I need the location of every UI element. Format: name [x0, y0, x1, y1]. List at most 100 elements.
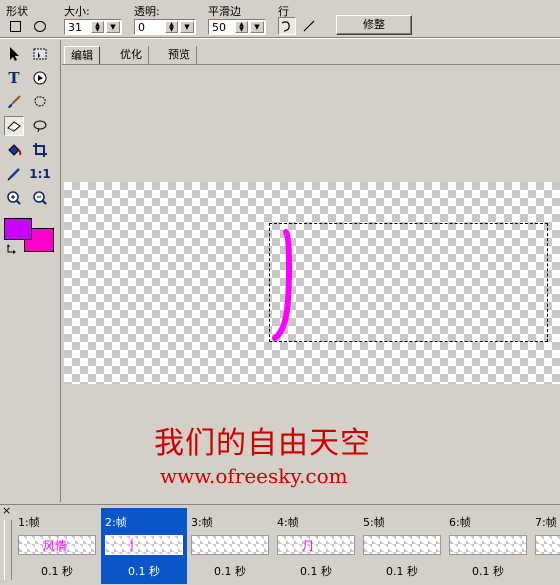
marquee-icon: [33, 48, 47, 60]
actual-size-label: 1:1: [29, 167, 51, 181]
play-tool[interactable]: [30, 68, 50, 88]
frame-thumb-text: ⺆: [302, 539, 315, 553]
size-value: 31: [68, 21, 82, 34]
lasso-tool[interactable]: [30, 92, 50, 112]
tab-edit-label: 编辑: [71, 49, 93, 62]
frame-duration: 0.1 秒: [41, 565, 73, 578]
eraser-tool[interactable]: [4, 116, 24, 136]
frame-duration: 0.1 秒: [128, 565, 160, 578]
curve-icon: [281, 21, 290, 32]
straight-line-button[interactable]: [300, 17, 318, 35]
frame-thumbnail: [191, 535, 269, 555]
opacity-dropdown-arrow-icon[interactable]: ▼: [180, 21, 194, 33]
play-circle-icon: [33, 71, 47, 85]
options-toolbar: 形状 大小: 31 ▲ ▼ ▼ 透明: 0 ▲ ▼ ▼ 平滑边 50 ▲ ▼ ▼ 行 …: [0, 0, 560, 38]
smooth-label: 平滑边: [208, 5, 241, 18]
shape-rect-button[interactable]: [8, 19, 22, 33]
foreground-color-swatch[interactable]: [4, 218, 32, 240]
tab-optimize-label: 优化: [120, 48, 142, 61]
text-tool[interactable]: T: [4, 68, 24, 88]
frame-thumb-text: 风情: [43, 539, 68, 553]
frame-label: 7:帧: [535, 516, 557, 529]
toolbox: T 1:1: [0, 40, 58, 502]
frame-label: 2:帧: [105, 516, 127, 529]
zoom-in-icon: [7, 191, 21, 205]
ellipse-lasso-icon: [33, 120, 47, 133]
opacity-label: 透明:: [134, 5, 160, 18]
image-canvas[interactable]: [64, 182, 560, 384]
select-tool[interactable]: [4, 44, 24, 64]
size-label: 大小:: [64, 5, 90, 18]
shape-label: 形状: [6, 5, 28, 18]
smooth-input[interactable]: 50 ▲ ▼ ▼: [208, 19, 266, 35]
size-input[interactable]: 31 ▲ ▼ ▼: [64, 19, 122, 35]
smooth-value: 50: [212, 21, 226, 34]
actual-size-tool[interactable]: 1:1: [29, 164, 51, 184]
frame-2[interactable]: 2:帧 | 0.1 秒: [101, 508, 187, 584]
tab-preview-label: 预览: [168, 48, 190, 61]
eyedropper-icon: [7, 168, 20, 181]
ellipse-select-tool[interactable]: [30, 116, 50, 136]
trim-button-label: 修整: [363, 18, 385, 31]
close-icon: ×: [2, 504, 12, 517]
frame-duration: 0.1 秒: [214, 565, 246, 578]
swap-colors-icon[interactable]: [6, 243, 18, 255]
frame-1[interactable]: 1:帧 风情 0.1 秒: [14, 508, 100, 584]
zoom-out-tool[interactable]: [30, 188, 50, 208]
lasso-icon: [34, 96, 46, 107]
frame-thumb-text: |: [130, 537, 135, 551]
watermark-title: 我们的自由天空: [154, 426, 371, 461]
text-t-icon: T: [8, 69, 20, 87]
brush-stroke: [272, 229, 293, 341]
fill-tool[interactable]: [4, 140, 24, 160]
shape-ellipse-button[interactable]: [32, 19, 48, 33]
frame-label: 5:帧: [363, 516, 385, 529]
frame-duration: 0.1 秒: [386, 565, 418, 578]
eyedropper-tool[interactable]: [4, 164, 24, 184]
frame-3[interactable]: 3:帧 0.1 秒: [187, 508, 273, 584]
opacity-value: 0: [138, 21, 145, 34]
frame-4[interactable]: 4:帧 ⺆ 0.1 秒: [273, 508, 359, 584]
opacity-input[interactable]: 0 ▲ ▼ ▼: [134, 19, 196, 35]
paint-bucket-icon: [8, 144, 22, 156]
eraser-icon: [7, 121, 21, 132]
frame-thumbnail: [449, 535, 527, 555]
frame-7[interactable]: 7:帧: [531, 508, 560, 584]
timeline-close-button[interactable]: ×: [2, 505, 14, 517]
smooth-spinner[interactable]: ▲ ▼: [235, 21, 248, 33]
frame-label: 4:帧: [277, 516, 299, 529]
brush-tool[interactable]: [4, 92, 24, 112]
smooth-dropdown-arrow-icon[interactable]: ▼: [250, 21, 264, 33]
frame-duration: 0.1 秒: [472, 565, 504, 578]
crop-tool[interactable]: [30, 140, 50, 160]
frame-thumbnail: ⺆: [277, 535, 355, 555]
crop-icon: [33, 143, 47, 157]
timeline-grip[interactable]: [4, 520, 12, 580]
frame-thumbnail: |: [105, 535, 183, 555]
frame-duration: 0.1 秒: [300, 565, 332, 578]
ellipse-icon: [34, 21, 46, 32]
frame-thumbnail: 风情: [18, 535, 96, 555]
selection-marquee[interactable]: [269, 223, 548, 342]
opacity-spinner[interactable]: ▲ ▼: [165, 21, 178, 33]
frame-label: 6:帧: [449, 516, 471, 529]
tab-optimize[interactable]: 优化: [114, 46, 149, 64]
toolbar-divider: [0, 37, 560, 39]
frame-thumbnail: [363, 535, 441, 555]
size-spinner[interactable]: ▲ ▼: [91, 21, 104, 33]
tab-preview[interactable]: 预览: [162, 46, 197, 64]
size-dropdown-arrow-icon[interactable]: ▼: [106, 21, 120, 33]
paintbrush-icon: [8, 95, 21, 108]
zoom-in-tool[interactable]: [4, 188, 24, 208]
marquee-tool[interactable]: [30, 44, 50, 64]
tab-edit[interactable]: 编辑: [64, 46, 100, 64]
frame-thumbnail: [535, 535, 560, 555]
curve-line-button[interactable]: [278, 17, 296, 35]
arrow-pointer-icon: [10, 47, 19, 61]
straight-line-icon: [303, 20, 315, 32]
watermark-url: www.ofreesky.com: [160, 464, 348, 488]
frame-6[interactable]: 6:帧 0.1 秒: [445, 508, 531, 584]
frame-label: 3:帧: [191, 516, 213, 529]
frame-5[interactable]: 5:帧 0.1 秒: [359, 508, 445, 584]
trim-button[interactable]: 修整: [336, 15, 412, 35]
